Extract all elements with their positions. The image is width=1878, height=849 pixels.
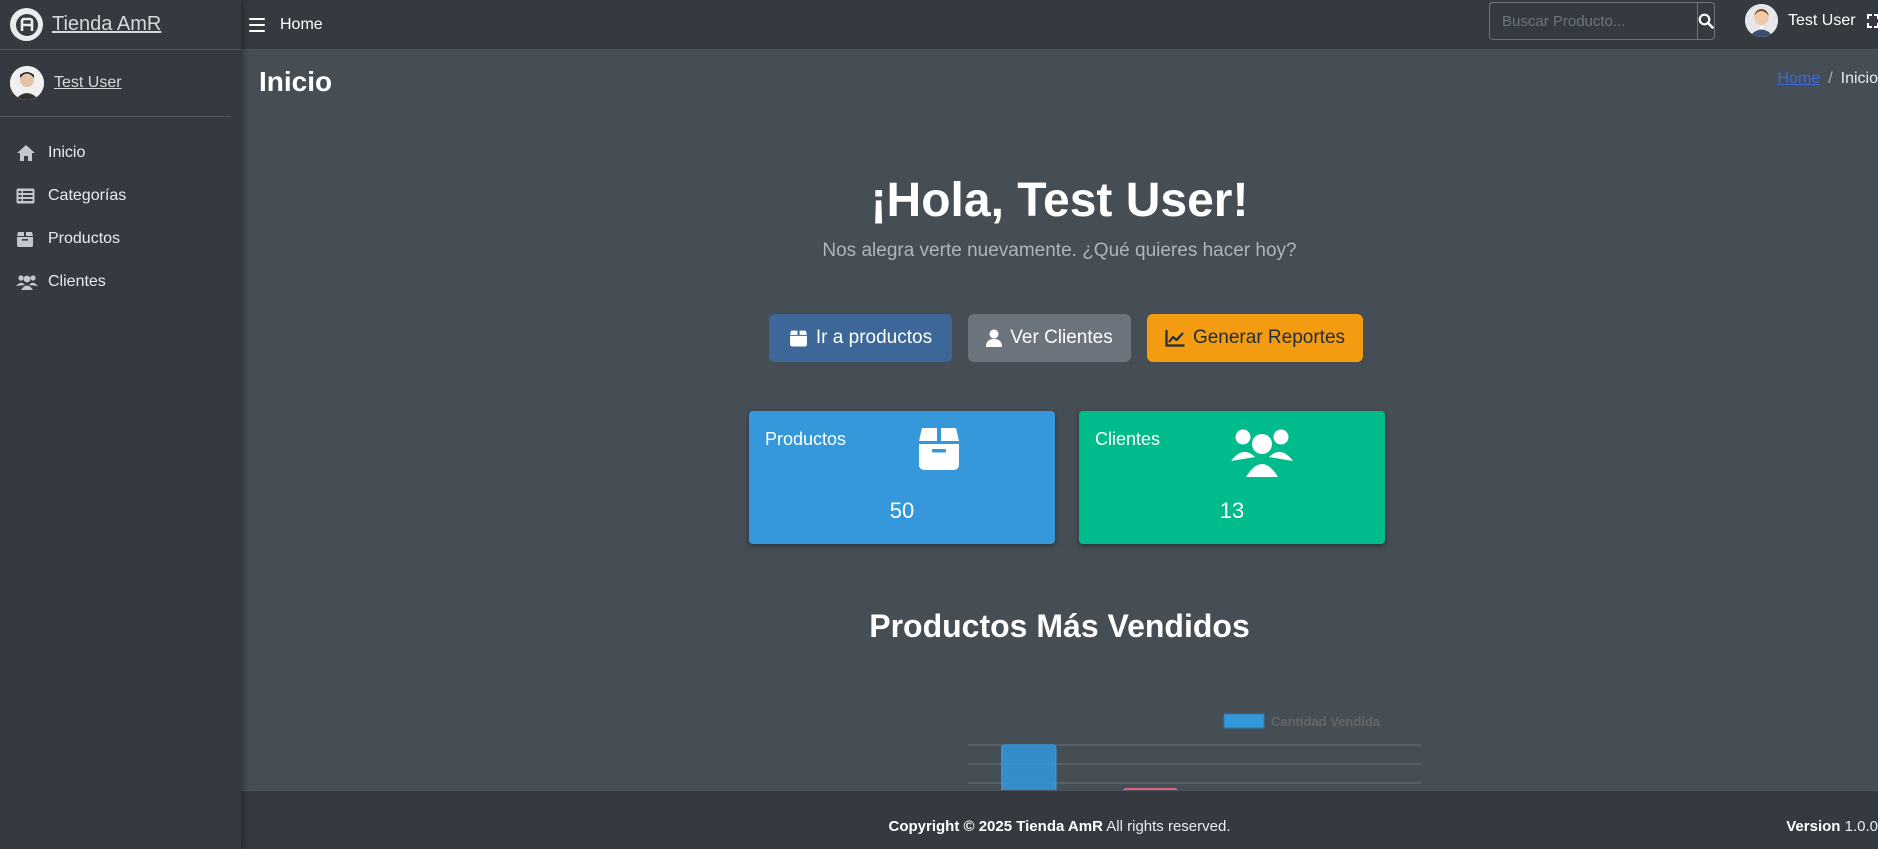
clients-count: 13	[1219, 498, 1245, 523]
sidebar-item-label: Clientes	[48, 272, 106, 290]
user-icon	[986, 329, 1003, 347]
avatar	[10, 66, 44, 100]
top-user-name: Test User	[1788, 11, 1856, 29]
products-stat-card[interactable]: Productos 50	[749, 411, 1055, 544]
view-clients-button[interactable]: Ver Clientes	[968, 314, 1131, 362]
search-form	[1489, 2, 1715, 40]
main-content: Inicio Home / Inicio ¡Hola, Test User! Nos…	[241, 50, 1878, 790]
brand-name[interactable]: Tienda AmR	[52, 13, 161, 36]
welcome-title: ¡Hola, Test User!	[870, 174, 1249, 227]
top-nav-home-link[interactable]: Home	[280, 16, 323, 34]
button-label: Ir a productos	[815, 327, 933, 348]
search-input[interactable]	[1489, 2, 1697, 40]
clients-stat-card[interactable]: Clientes 13	[1079, 411, 1385, 544]
box-icon	[789, 329, 808, 347]
version-number: 1.0.0	[1844, 818, 1878, 835]
welcome-subtitle: Nos alegra verte nuevamente. ¿Qué quiere…	[822, 240, 1297, 261]
breadcrumb: Home / Inicio	[1778, 70, 1878, 88]
top-products-chart[interactable]: Cantidad Vendida	[741, 650, 1421, 790]
generate-reports-button[interactable]: Generar Reportes	[1147, 314, 1363, 362]
sidebar-nav: Inicio Categorías Productos Clientes	[0, 131, 241, 303]
sidebar-user-name[interactable]: Test User	[54, 74, 122, 92]
search-icon	[1698, 13, 1714, 29]
breadcrumb-home-link[interactable]: Home	[1778, 70, 1821, 87]
sidebar-user-panel: Test User	[0, 50, 231, 117]
products-count: 50	[889, 498, 915, 523]
sidebar-item-label: Productos	[48, 229, 121, 247]
brand-link[interactable]: Tienda AmR	[0, 0, 241, 50]
users-icon	[1231, 429, 1293, 477]
copyright-bold: Copyright © 2025 Tienda AmR	[888, 818, 1103, 835]
chart-bar[interactable]	[1001, 744, 1057, 790]
sidebar-item-label: Inicio	[48, 143, 86, 161]
sidebar-item-inicio[interactable]: Inicio	[0, 131, 241, 174]
card-label: Clientes	[1095, 429, 1161, 449]
search-button[interactable]	[1697, 2, 1715, 40]
breadcrumb-separator: /	[1828, 70, 1833, 87]
fullscreen-icon[interactable]	[1867, 14, 1878, 28]
go-to-products-button[interactable]: Ir a productos	[769, 314, 952, 362]
home-icon	[16, 144, 38, 162]
version-label: Version	[1786, 818, 1841, 835]
legend-swatch[interactable]	[1223, 713, 1265, 729]
avatar	[1745, 4, 1778, 37]
page-title: Inicio	[259, 66, 333, 97]
button-label: Generar Reportes	[1192, 327, 1346, 348]
button-label: Ver Clientes	[1010, 327, 1113, 348]
legend-label: Cantidad Vendida	[1271, 714, 1381, 729]
chart-title: Productos Más Vendidos	[869, 608, 1250, 644]
brand-logo	[10, 8, 43, 41]
top-user-menu[interactable]: Test User	[1745, 4, 1856, 37]
copyright-rest: All rights reserved.	[1102, 818, 1231, 835]
sidebar-item-categorias[interactable]: Categorías	[0, 174, 241, 217]
card-label: Productos	[765, 429, 847, 449]
sidebar: Tienda AmR Test User Inicio Categorías P…	[0, 0, 241, 849]
sidebar-item-clientes[interactable]: Clientes	[0, 260, 241, 303]
top-navbar: Home Test User	[241, 0, 1878, 50]
footer: Copyright © 2025 Tienda AmR All rights r…	[241, 790, 1878, 849]
breadcrumb-current: Inicio	[1840, 70, 1878, 87]
users-icon	[16, 273, 38, 291]
footer-copyright: Copyright © 2025 Tienda AmR All rights r…	[241, 818, 1878, 835]
menu-toggle-icon[interactable]	[249, 17, 265, 32]
box-icon	[919, 428, 959, 470]
sidebar-item-productos[interactable]: Productos	[0, 217, 241, 260]
footer-version: Version 1.0.0	[1786, 818, 1878, 835]
box-icon	[16, 230, 38, 248]
sidebar-item-label: Categorías	[48, 186, 127, 204]
table-list-icon	[16, 187, 38, 205]
chart-line-icon	[1165, 329, 1185, 347]
